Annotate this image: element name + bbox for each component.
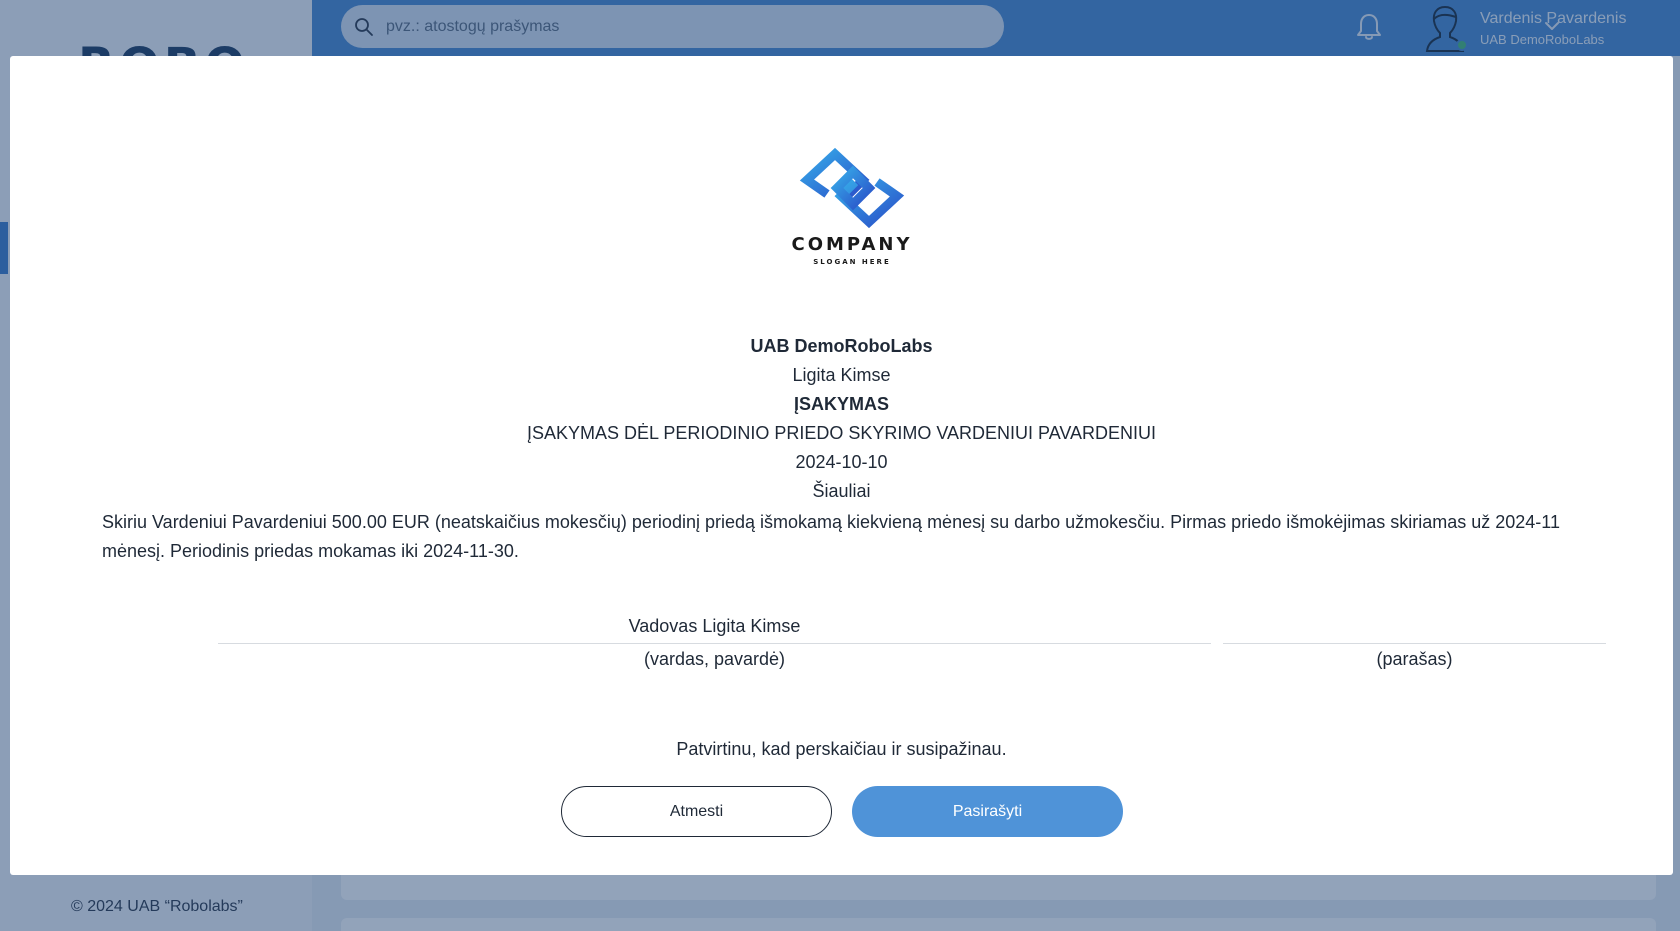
document-sign-modal: COMPANY SLOGAN HERE UAB DemoRoboLabs Lig…	[10, 56, 1673, 875]
company-logo-mark	[799, 147, 905, 229]
document-body: Skiriu Vardeniui Pavardeniui 500.00 EUR …	[102, 512, 1560, 561]
reject-button[interactable]: Atmesti	[561, 786, 832, 837]
logo-slogan-text: SLOGAN HERE	[813, 258, 891, 266]
signature-line	[1223, 643, 1606, 644]
name-line	[218, 643, 1211, 644]
document-title: ĮSAKYMAS DĖL PERIODINIO PRIEDO SKYRIMO V…	[526, 423, 1157, 443]
logo-company-text: COMPANY	[791, 234, 913, 255]
name-caption: (vardas, pavardė)	[643, 649, 786, 669]
document-city: Šiauliai	[812, 481, 871, 501]
signature-caption: (parašas)	[1376, 649, 1453, 669]
confirmation-text: Patvirtinu, kad perskaičiau ir susipažin…	[676, 739, 1007, 759]
company-logo: COMPANY SLOGAN HERE	[777, 142, 927, 268]
document-type: ĮSAKYMAS	[793, 394, 889, 414]
signatory-name: Vadovas Ligita Kimse	[628, 616, 801, 636]
sign-button[interactable]: Pasirašyti	[852, 786, 1123, 837]
document-company-name: UAB DemoRoboLabs	[750, 336, 933, 356]
document-director: Ligita Kimse	[792, 365, 891, 385]
document-date: 2024-10-10	[795, 452, 888, 472]
